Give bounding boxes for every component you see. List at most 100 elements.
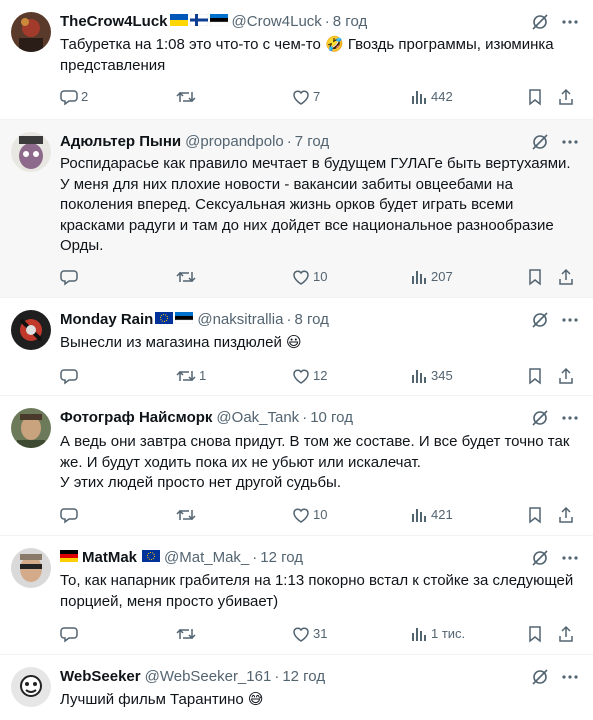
tweet-4[interactable]: Фотограф Найсморк @Oak_Tank · 10 год А ведь…: [0, 396, 593, 536]
share-button[interactable]: [557, 504, 575, 524]
retweet-button[interactable]: [176, 504, 199, 524]
share-button[interactable]: [557, 86, 575, 106]
reply-count: 2: [81, 88, 89, 104]
timestamp[interactable]: 7 год: [295, 133, 329, 150]
separator-dot: ·: [286, 133, 292, 150]
avatar[interactable]: [11, 132, 51, 172]
timestamp[interactable]: 8 год: [294, 311, 328, 328]
bookmark-icon: [529, 506, 541, 524]
author-handle[interactable]: @naksitrallia: [197, 311, 283, 328]
separator-dot: ·: [324, 13, 330, 30]
more-options-icon[interactable]: [561, 13, 579, 31]
author-handle[interactable]: @Crow4Luck: [232, 13, 322, 30]
heart-icon: [293, 508, 309, 523]
share-button[interactable]: [557, 623, 575, 643]
views-button[interactable]: 442: [410, 86, 453, 106]
author-name[interactable]: MatMak: [82, 549, 137, 566]
timestamp[interactable]: 12 год: [282, 668, 325, 685]
text-line: А ведь они завтра снова придут. В том же…: [60, 433, 570, 450]
share-button[interactable]: [557, 365, 575, 385]
views-button[interactable]: 1 тис.: [410, 623, 465, 643]
reply-icon: [60, 507, 78, 524]
reply-button[interactable]: [60, 504, 81, 524]
like-button[interactable]: 10: [292, 504, 327, 524]
like-button[interactable]: 31: [292, 623, 327, 643]
like-button[interactable]: 7: [292, 86, 320, 106]
text-line: красками радуги и там до них дойдет все …: [60, 216, 554, 234]
retweet-button[interactable]: [176, 86, 199, 106]
tweet-1[interactable]: TheCrow4Luck @Crow4Luck · 8 год Табуретка н…: [0, 0, 593, 120]
author-handle[interactable]: @WebSeeker_161: [145, 668, 272, 685]
grok-icon[interactable]: [531, 133, 549, 151]
like-button[interactable]: 10: [292, 266, 327, 286]
avatar[interactable]: [11, 667, 51, 707]
avatar[interactable]: [11, 310, 51, 350]
text-line: Лучший фильм Тарантино 😅: [60, 691, 264, 708]
views-button[interactable]: 421: [410, 504, 453, 524]
retweet-button[interactable]: 1: [176, 365, 206, 385]
author-handle[interactable]: @Oak_Tank: [216, 409, 299, 426]
author-name[interactable]: TheCrow4Luck: [60, 13, 168, 30]
grok-icon[interactable]: [531, 409, 549, 427]
views-count: 442: [431, 88, 453, 104]
tweet-5[interactable]: MatMak @Mat_Mak_ · 12 год То, как напарник …: [0, 536, 593, 655]
avatar[interactable]: [11, 408, 51, 448]
more-options-icon[interactable]: [561, 668, 579, 686]
separator-dot: ·: [252, 549, 258, 566]
views-icon: [412, 508, 426, 522]
reply-button[interactable]: 2: [60, 86, 88, 106]
grok-icon[interactable]: [531, 668, 549, 686]
avatar[interactable]: [11, 548, 51, 588]
bookmark-button[interactable]: [526, 266, 544, 286]
text-line: Табуретка на 1:08 это что-то с чем-то 🤣 …: [60, 36, 554, 53]
timestamp[interactable]: 10 год: [310, 409, 353, 426]
more-options-icon[interactable]: [561, 549, 579, 567]
reply-button[interactable]: [60, 365, 81, 385]
eu-flag-icon: [155, 310, 174, 330]
timestamp[interactable]: 8 год: [333, 13, 367, 30]
views-icon: [412, 90, 426, 104]
grok-icon[interactable]: [531, 549, 549, 567]
reply-button[interactable]: [60, 266, 81, 286]
timestamp[interactable]: 12 год: [260, 549, 303, 566]
bookmark-button[interactable]: [526, 504, 544, 524]
bookmark-button[interactable]: [526, 365, 544, 385]
views-button[interactable]: 207: [410, 266, 453, 286]
share-button[interactable]: [557, 266, 575, 286]
tweet-3[interactable]: Monday Rain @naksitrallia · 8 год Вынесли и…: [0, 298, 593, 396]
share-icon: [559, 625, 573, 642]
views-button[interactable]: 345: [410, 365, 453, 385]
retweet-button[interactable]: [176, 266, 199, 286]
author-name[interactable]: Фотограф Найсморк: [60, 409, 212, 426]
share-icon: [559, 268, 573, 285]
text-line: У меня для них плохие новости - вакансии…: [60, 175, 513, 193]
more-options-icon[interactable]: [561, 409, 579, 427]
text-line: Вынесли из магазина пиздюлей 😃: [60, 334, 302, 351]
bookmark-button[interactable]: [526, 86, 544, 106]
author-name[interactable]: Monday Rain: [60, 311, 153, 328]
author-name[interactable]: Адюльтер Пыни: [60, 133, 181, 150]
reply-button[interactable]: [60, 623, 81, 643]
tweet-text: То, как напарник грабителя на 1:13 покор…: [60, 571, 579, 612]
retweet-count: 1: [199, 367, 207, 383]
bookmark-icon: [529, 625, 541, 643]
tweet-2[interactable]: Адюльтер Пыни @propandpolo · 7 год Роспидар…: [0, 120, 593, 298]
more-options-icon[interactable]: [561, 311, 579, 329]
views-count: 1 тис.: [431, 625, 466, 641]
like-button[interactable]: 12: [292, 365, 327, 385]
author-handle[interactable]: @Mat_Mak_: [164, 549, 249, 566]
heart-icon: [293, 369, 309, 384]
author-name[interactable]: WebSeeker: [60, 668, 141, 685]
text-line: же. И будут ходить пока их не убьют или …: [60, 453, 421, 471]
avatar[interactable]: [11, 12, 51, 52]
grok-icon[interactable]: [531, 311, 549, 329]
grok-icon[interactable]: [531, 13, 549, 31]
bookmark-button[interactable]: [526, 623, 544, 643]
retweet-button[interactable]: [176, 623, 199, 643]
tweet-text: Вынесли из магазина пиздюлей 😃: [60, 333, 579, 354]
finland-flag-icon: [189, 12, 208, 32]
author-handle[interactable]: @propandpolo: [185, 133, 284, 150]
more-options-icon[interactable]: [561, 133, 579, 151]
tweet-6[interactable]: WebSeeker @WebSeeker_161 · 12 год Лучший фи…: [0, 655, 593, 720]
tweet-text: Табуретка на 1:08 это что-то с чем-то 🤣 …: [60, 35, 579, 76]
